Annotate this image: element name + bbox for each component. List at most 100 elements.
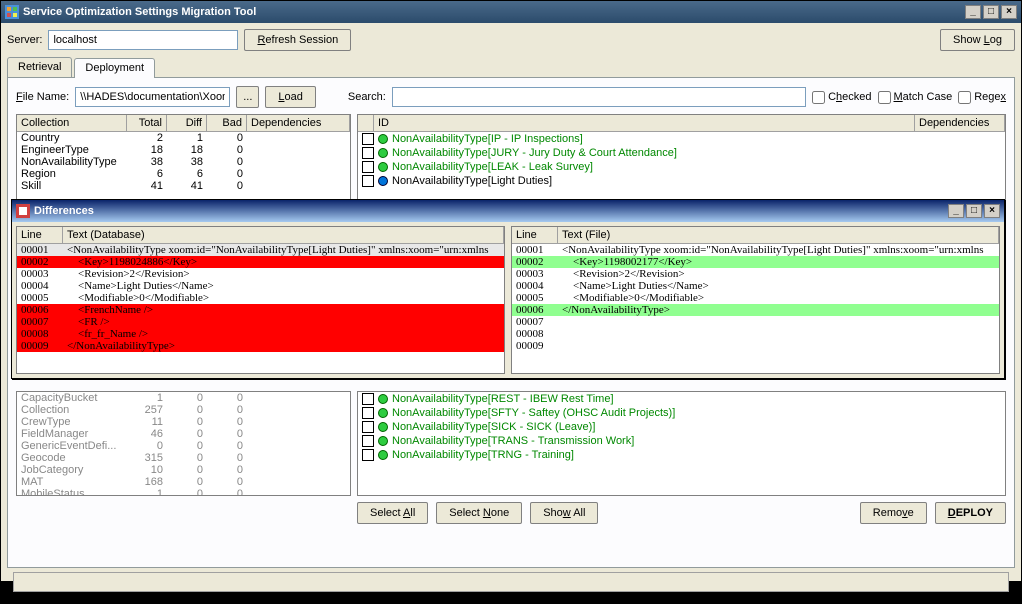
server-label: Server:: [7, 34, 42, 46]
selectnone-button[interactable]: Select None: [436, 502, 522, 524]
list-item[interactable]: NonAvailabilityType[TRANS - Transmission…: [358, 434, 1005, 448]
diff-row[interactable]: 00005 <Modifiable>0</Modifiable>: [512, 292, 999, 304]
col-deps[interactable]: Dependencies: [247, 115, 350, 131]
checkbox-icon[interactable]: [362, 147, 374, 159]
col-diff[interactable]: Diff: [167, 115, 207, 131]
tab-deployment[interactable]: Deployment: [74, 58, 155, 78]
col-bad[interactable]: Bad: [207, 115, 247, 131]
table-row[interactable]: Collection25700: [17, 404, 350, 416]
diff-row[interactable]: 00004 <Name>Light Duties</Name>: [17, 280, 504, 292]
minimize-button[interactable]: _: [965, 5, 981, 19]
diff-left-col-text[interactable]: Text (Database): [63, 227, 504, 243]
checkbox-icon[interactable]: [362, 161, 374, 173]
diff-row[interactable]: 00009</NonAvailabilityType>: [17, 340, 504, 352]
list-item[interactable]: NonAvailabilityType[Light Duties]: [358, 174, 1005, 188]
diff-minimize-button[interactable]: _: [948, 204, 964, 218]
app-icon: [5, 5, 19, 19]
table-row[interactable]: NonAvailabilityType38380: [17, 156, 350, 168]
titlebar: Service Optimization Settings Migration …: [1, 1, 1021, 23]
list-item[interactable]: NonAvailabilityType[REST - IBEW Rest Tim…: [358, 392, 1005, 406]
maximize-button[interactable]: □: [983, 5, 999, 19]
list-item[interactable]: NonAvailabilityType[LEAK - Leak Survey]: [358, 160, 1005, 174]
diff-row[interactable]: 00007 <FR />: [17, 316, 504, 328]
diff-row[interactable]: 00008 <fr_fr_Name />: [17, 328, 504, 340]
table-row[interactable]: Country210: [17, 132, 350, 144]
checkbox-icon[interactable]: [362, 449, 374, 461]
table-row[interactable]: FieldManager4600: [17, 428, 350, 440]
window-title: Service Optimization Settings Migration …: [23, 6, 256, 18]
load-button[interactable]: Load: [265, 86, 315, 108]
server-input[interactable]: [48, 30, 238, 50]
diff-left-col-line[interactable]: Line: [17, 227, 63, 243]
filename-input[interactable]: [75, 87, 230, 107]
main-window: Service Optimization Settings Migration …: [0, 0, 1022, 582]
browse-button[interactable]: ...: [236, 86, 259, 108]
table-row[interactable]: JobCategory1000: [17, 464, 350, 476]
diff-right-pane[interactable]: Line Text (File) 00001<NonAvailabilityTy…: [511, 226, 1000, 374]
table-row[interactable]: MAT16800: [17, 476, 350, 488]
diff-row[interactable]: 00002 <Key>1198002177</Key>: [512, 256, 999, 268]
col-total[interactable]: Total: [127, 115, 167, 131]
checkbox-icon[interactable]: [362, 435, 374, 447]
diff-row[interactable]: 00003 <Revision>2</Revision>: [17, 268, 504, 280]
showlog-button[interactable]: Show Log: [940, 29, 1015, 51]
collection-list-lower[interactable]: CapacityBucket100Collection25700CrewType…: [16, 391, 351, 496]
table-row[interactable]: GenericEventDefi...000: [17, 440, 350, 452]
diff-row[interactable]: 00001<NonAvailabilityType xoom:id="NonAv…: [17, 244, 504, 256]
list-item[interactable]: NonAvailabilityType[TRNG - Training]: [358, 448, 1005, 462]
diff-right-col-line[interactable]: Line: [512, 227, 558, 243]
diff-row[interactable]: 00007: [512, 316, 999, 328]
table-row[interactable]: Skill41410: [17, 180, 350, 192]
differences-window: Differences _ □ × Line Text (Database) 0…: [11, 199, 1005, 379]
checkbox-icon[interactable]: [362, 133, 374, 145]
diff-row[interactable]: 00006</NonAvailabilityType>: [512, 304, 999, 316]
tab-retrieval[interactable]: Retrieval: [7, 57, 72, 77]
matchcase-checkbox[interactable]: Match Case: [878, 91, 953, 104]
close-button[interactable]: ×: [1001, 5, 1017, 19]
selectall-button[interactable]: Select All: [357, 502, 428, 524]
diff-row[interactable]: 00001<NonAvailabilityType xoom:id="NonAv…: [512, 244, 999, 256]
id-list-lower[interactable]: NonAvailabilityType[REST - IBEW Rest Tim…: [357, 391, 1006, 496]
refresh-button[interactable]: Refresh Session: [244, 29, 351, 51]
diff-row[interactable]: 00003 <Revision>2</Revision>: [512, 268, 999, 280]
remove-button[interactable]: Remove: [860, 502, 927, 524]
showall-button[interactable]: Show All: [530, 502, 598, 524]
status-dot-icon: [378, 176, 388, 186]
table-row[interactable]: EngineerType18180: [17, 144, 350, 156]
deploy-button[interactable]: DEPLOY: [935, 502, 1006, 524]
diff-maximize-button[interactable]: □: [966, 204, 982, 218]
diff-row[interactable]: 00009: [512, 340, 999, 352]
table-row[interactable]: Geocode31500: [17, 452, 350, 464]
col-id[interactable]: ID: [374, 115, 915, 131]
diff-row[interactable]: 00005 <Modifiable>0</Modifiable>: [17, 292, 504, 304]
table-row[interactable]: MobileStatus100: [17, 488, 350, 496]
col-collection[interactable]: Collection: [17, 115, 127, 131]
diff-close-button[interactable]: ×: [984, 204, 1000, 218]
table-row[interactable]: CrewType1100: [17, 416, 350, 428]
col-deps2[interactable]: Dependencies: [915, 115, 1005, 131]
collection-list[interactable]: Collection Total Diff Bad Dependencies C…: [16, 114, 351, 209]
regex-checkbox[interactable]: Regex: [958, 91, 1006, 104]
checked-checkbox[interactable]: Checked: [812, 91, 871, 104]
diff-left-pane[interactable]: Line Text (Database) 00001<NonAvailabili…: [16, 226, 505, 374]
diff-row[interactable]: 00002 <Key>1198024886</Key>: [17, 256, 504, 268]
status-dot-icon: [378, 408, 388, 418]
diff-right-col-text[interactable]: Text (File): [558, 227, 999, 243]
id-list[interactable]: ID Dependencies NonAvailabilityType[IP -…: [357, 114, 1006, 209]
list-item[interactable]: NonAvailabilityType[JURY - Jury Duty & C…: [358, 146, 1005, 160]
search-input[interactable]: [392, 87, 806, 107]
checkbox-icon[interactable]: [362, 175, 374, 187]
checkbox-icon[interactable]: [362, 421, 374, 433]
list-item[interactable]: NonAvailabilityType[SICK - SICK (Leave)]: [358, 420, 1005, 434]
diff-row[interactable]: 00004 <Name>Light Duties</Name>: [512, 280, 999, 292]
list-item[interactable]: NonAvailabilityType[IP - IP Inspections]: [358, 132, 1005, 146]
table-row[interactable]: CapacityBucket100: [17, 392, 350, 404]
status-dot-icon: [378, 162, 388, 172]
checkbox-icon[interactable]: [362, 407, 374, 419]
diff-row[interactable]: 00008: [512, 328, 999, 340]
list-item[interactable]: NonAvailabilityType[SFTY - Saftey (OHSC …: [358, 406, 1005, 420]
table-row[interactable]: Region660: [17, 168, 350, 180]
filename-label: File Name:: [16, 91, 69, 103]
diff-row[interactable]: 00006 <FrenchName />: [17, 304, 504, 316]
checkbox-icon[interactable]: [362, 393, 374, 405]
